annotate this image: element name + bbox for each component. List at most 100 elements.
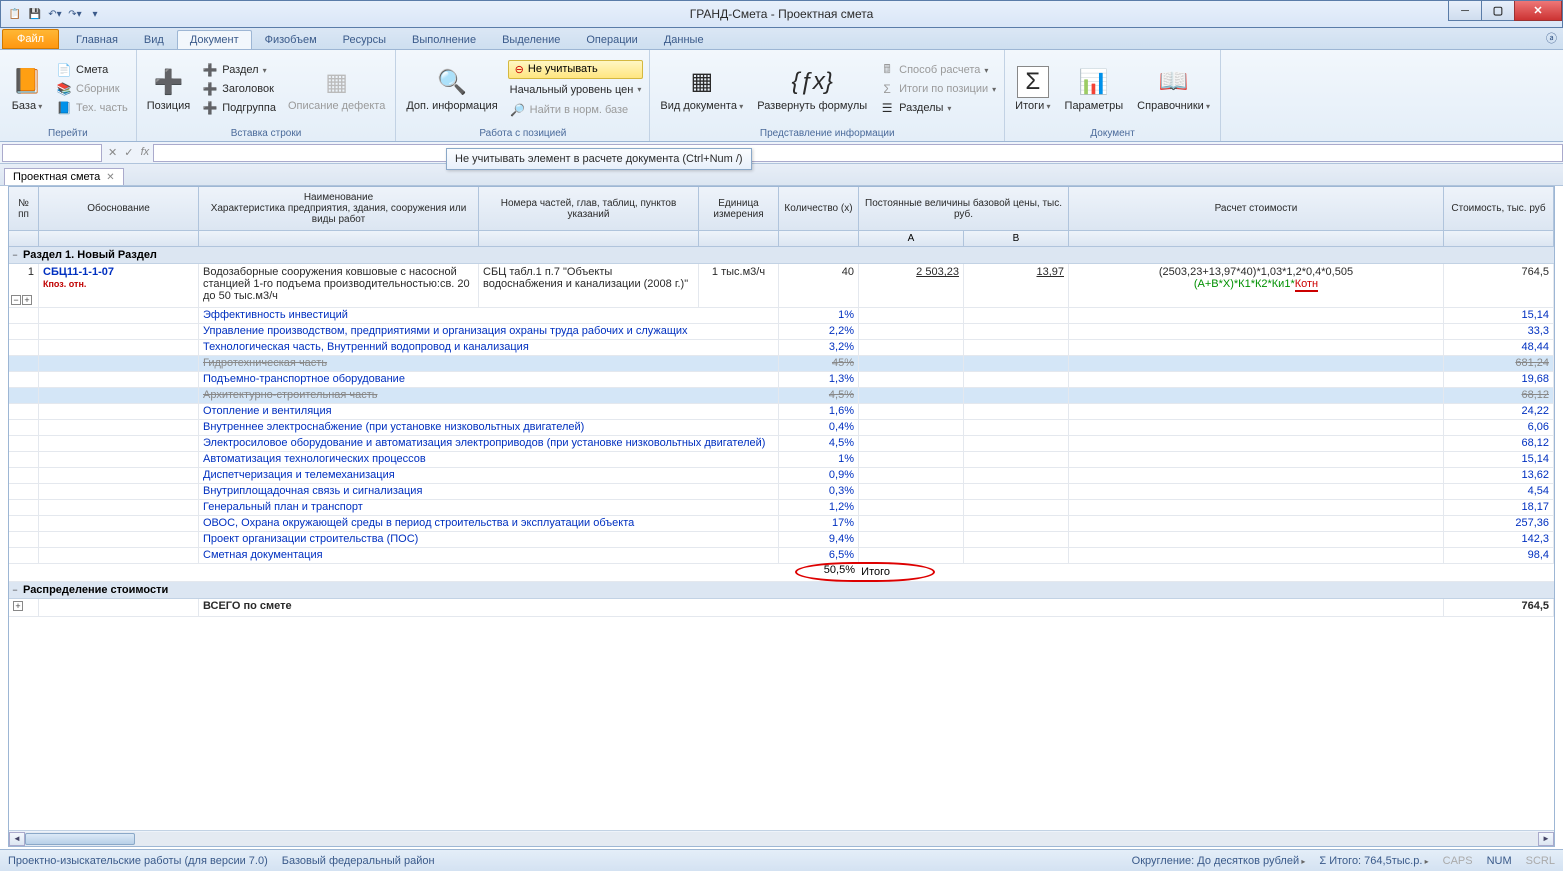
collapse-icon[interactable]: − <box>9 250 21 260</box>
naiti-button[interactable]: 🔎Найти в норм. базе <box>508 101 644 119</box>
sbornik-icon: 📚 <box>56 81 72 97</box>
table-row[interactable]: Проект организации строительства (ПОС)9,… <box>9 532 1554 548</box>
smeta-button[interactable]: 📄Смета <box>54 61 130 79</box>
col-obos[interactable]: Обоснование <box>39 187 199 230</box>
col-a[interactable]: A <box>859 231 964 246</box>
zagolovok-button[interactable]: ➕Заголовок <box>200 80 278 98</box>
vid-doc-button[interactable]: ▦Вид документа <box>656 52 747 126</box>
col-kol[interactable]: Количество (x) <box>779 187 859 230</box>
table-row[interactable]: Отопление и вентиляция1,6%24,22 <box>9 404 1554 420</box>
formula-input[interactable] <box>153 144 1563 162</box>
razdel-button[interactable]: ➕Раздел <box>200 61 278 79</box>
scroll-thumb[interactable] <box>25 833 135 845</box>
close-button[interactable]: ✕ <box>1514 1 1562 21</box>
maximize-button[interactable]: ▢ <box>1481 1 1515 21</box>
position-row[interactable]: 1 −+ СБЦ11-1-1-07Кпоз. отн. Водозаборные… <box>9 264 1554 308</box>
table-row[interactable]: Электросиловое оборудование и автоматиза… <box>9 436 1554 452</box>
col-stoim[interactable]: Стоимость, тыс. руб <box>1444 187 1554 230</box>
minimize-button[interactable]: ─ <box>1448 1 1482 21</box>
table-row[interactable]: Автоматизация технологических процессов1… <box>9 452 1554 468</box>
tex-icon: 📘 <box>56 100 72 116</box>
h-scrollbar[interactable]: ◄ ► <box>9 830 1554 846</box>
status-itogo[interactable]: Σ Итого: 764,5тыс.р. <box>1319 855 1428 867</box>
sposob-button[interactable]: 🖩Способ расчета <box>877 61 998 79</box>
save-icon[interactable]: 💾 <box>27 6 43 22</box>
status-left-2: Базовый федеральный район <box>282 855 435 867</box>
status-okrug[interactable]: Округление: До десятков рублей <box>1132 855 1306 867</box>
spravochniki-button[interactable]: 📖Справочники <box>1133 52 1214 126</box>
redo-icon[interactable]: ↷▾ <box>67 6 83 22</box>
position-button[interactable]: ➕Позиция <box>143 52 195 126</box>
group-label-insert: Вставка строки <box>143 126 390 141</box>
col-post[interactable]: Постоянные величины базовой цены, тыс. р… <box>859 187 1069 230</box>
qat-more-icon[interactable]: ▾ <box>87 6 103 22</box>
table-row[interactable]: Внутриплощадочная связь и сигнализация0,… <box>9 484 1554 500</box>
tab-document[interactable]: Документ <box>177 30 252 49</box>
col-ed[interactable]: Единица измерения <box>699 187 779 230</box>
scroll-left-icon[interactable]: ◄ <box>9 832 25 846</box>
tree-minus-icon[interactable]: − <box>11 295 21 305</box>
table-row[interactable]: Гидротехническая часть45%681,24 <box>9 356 1554 372</box>
undo-icon[interactable]: ↶▾ <box>47 6 63 22</box>
tab-vyp[interactable]: Выполнение <box>399 30 489 49</box>
baza-button[interactable]: 📙База <box>6 52 48 126</box>
opisanie-button[interactable]: ▦Описание дефекта <box>284 52 389 126</box>
parametry-button[interactable]: 📊Параметры <box>1061 52 1128 126</box>
itogi-poz-button[interactable]: ΣИтоги по позиции <box>877 80 998 98</box>
podgruppa-button[interactable]: ➕Подгруппа <box>200 99 278 117</box>
itogi-button[interactable]: ΣИтоги <box>1011 52 1054 126</box>
status-num: NUM <box>1487 855 1512 867</box>
scroll-right-icon[interactable]: ► <box>1538 832 1554 846</box>
quick-access-toolbar: 📋 💾 ↶▾ ↷▾ ▾ <box>1 6 109 22</box>
col-b[interactable]: B <box>964 231 1069 246</box>
col-naim[interactable]: Наименование Характеристика предприятия,… <box>199 187 479 230</box>
table-row[interactable]: Архитектурно-строительная часть4,5%68,12 <box>9 388 1554 404</box>
tab-resources[interactable]: Ресурсы <box>330 30 399 49</box>
dop-info-button[interactable]: 🔍Доп. информация <box>402 52 501 126</box>
tab-file[interactable]: Файл <box>2 29 59 49</box>
razdely-button[interactable]: ☰Разделы <box>877 99 998 117</box>
total-row[interactable]: + ВСЕГО по смете 764,5 <box>9 599 1554 617</box>
tree-plus-total-icon[interactable]: + <box>13 601 23 611</box>
section-row-1[interactable]: − Раздел 1. Новый Раздел <box>9 247 1554 264</box>
tab-data[interactable]: Данные <box>651 30 717 49</box>
tab-main[interactable]: Главная <box>63 30 131 49</box>
collapse-icon-2[interactable]: − <box>9 585 21 595</box>
accept-formula-icon[interactable]: ✓ <box>124 146 133 159</box>
table-row[interactable]: ОВОС, Охрана окружающей среды в период с… <box>9 516 1554 532</box>
titlebar: 📋 💾 ↶▾ ↷▾ ▾ ГРАНД-Смета - Проектная смет… <box>0 0 1563 28</box>
minus-icon: ⊖ <box>515 63 524 76</box>
ribbon-help-icon[interactable]: ⓐ <box>1546 30 1557 46</box>
tooltip: Не учитывать элемент в расчете документа… <box>446 148 752 170</box>
table-row[interactable]: Управление производством, предприятиями … <box>9 324 1554 340</box>
tab-selection[interactable]: Выделение <box>489 30 573 49</box>
nach-uroven-button[interactable]: Начальный уровень цен <box>508 83 644 97</box>
status-left-1: Проектно-изыскательские работы (для верс… <box>8 855 268 867</box>
doc-tab[interactable]: Проектная смета✕ <box>4 168 124 185</box>
ne-uchityvat-button[interactable]: ⊖Не учитывать <box>508 60 644 79</box>
tree-plus-icon[interactable]: + <box>22 295 32 305</box>
table-row[interactable]: Эффективность инвестиций1%15,14 <box>9 308 1554 324</box>
tab-view[interactable]: Вид <box>131 30 177 49</box>
table-row[interactable]: Технологическая часть, Внутренний водопр… <box>9 340 1554 356</box>
section-row-2[interactable]: − Распределение стоимости <box>9 582 1554 599</box>
cancel-formula-icon[interactable]: ✕ <box>108 146 117 159</box>
tab-fiz[interactable]: Физобъем <box>252 30 330 49</box>
tex-button[interactable]: 📘Тех. часть <box>54 99 130 117</box>
name-box[interactable] <box>2 144 102 162</box>
table-row[interactable]: Подъемно-транспортное оборудование1,3%19… <box>9 372 1554 388</box>
table-row[interactable]: Генеральный план и транспорт1,2%18,17 <box>9 500 1554 516</box>
col-nom[interactable]: Номера частей, глав, таблиц, пунктов ука… <box>479 187 699 230</box>
app-icon: 📋 <box>7 6 23 22</box>
table-row[interactable]: Диспетчеризация и телемеханизация0,9%13,… <box>9 468 1554 484</box>
table-row[interactable]: Внутреннее электроснабжение (при установ… <box>9 420 1554 436</box>
razvernut-button[interactable]: {ƒx}Развернуть формулы <box>753 52 871 126</box>
sbornik-button[interactable]: 📚Сборник <box>54 80 130 98</box>
doc-tab-close-icon[interactable]: ✕ <box>106 172 114 183</box>
col-pp[interactable]: № пп <box>9 187 39 230</box>
table-row[interactable]: Сметная документация6,5%98,4 <box>9 548 1554 564</box>
ribbon: 📙База 📄Смета 📚Сборник 📘Тех. часть Перейт… <box>0 50 1563 142</box>
grid: № пп Обоснование Наименование Характерис… <box>8 186 1555 847</box>
col-rasch[interactable]: Расчет стоимости <box>1069 187 1444 230</box>
tab-operations[interactable]: Операции <box>573 30 650 49</box>
